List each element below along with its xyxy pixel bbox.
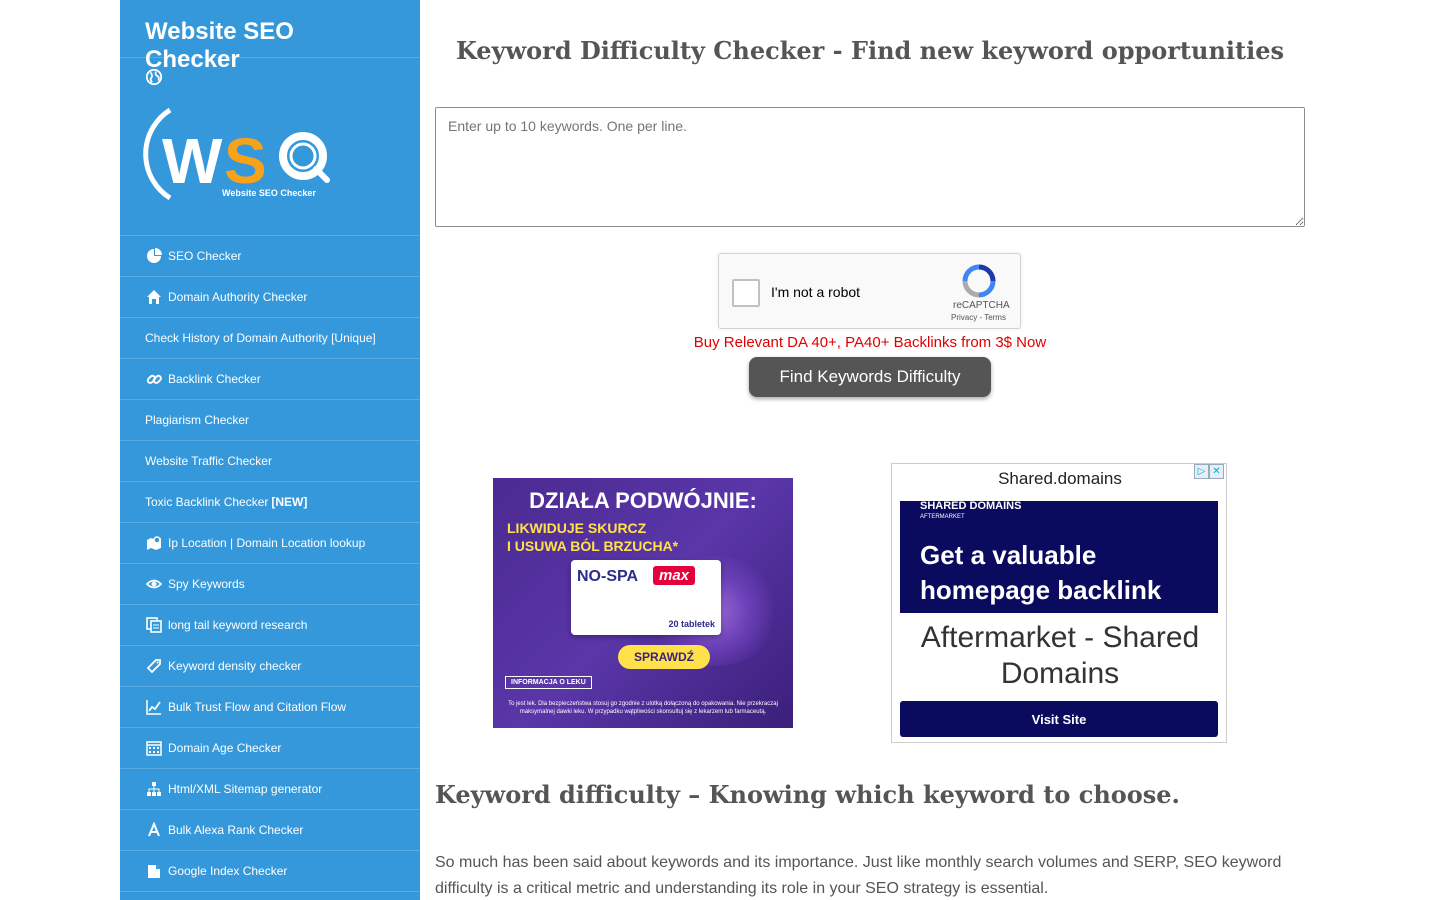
- adchoices-controls: ▷ ✕: [1194, 464, 1224, 479]
- sidebar-item-label: Html/XML Sitemap generator: [168, 782, 323, 796]
- sidebar-item-label: Domain Authority Checker: [168, 290, 308, 304]
- sidebar-item-domain-age[interactable]: Domain Age Checker: [120, 728, 420, 769]
- sidebar-item-label: Website Traffic Checker: [145, 454, 272, 468]
- ad-fine-print: To jest lek. Dla bezpieczeństwa stosuj g…: [508, 701, 778, 715]
- visit-site-button[interactable]: Visit Site: [900, 701, 1218, 737]
- banner-brand-name: SHARED DOMAINS: [920, 500, 1022, 512]
- backlinks-promo-link[interactable]: Buy Relevant DA 40+, PA40+ Backlinks fro…: [435, 334, 1305, 351]
- banner-line-2: homepage backlink: [920, 575, 1162, 605]
- logo-letter-s: S: [224, 125, 267, 197]
- new-badge: [NEW]: [271, 495, 308, 509]
- page: Website SEO Checker W S Website SEO Chec…: [0, 0, 1440, 900]
- shared-domains-ad[interactable]: Shared.domains ▷ ✕ SHARED DOMAINS AFTERM…: [891, 463, 1227, 743]
- ad-cta-button[interactable]: SPRAWDŹ: [618, 645, 710, 669]
- ad-domain: Shared.domains: [998, 469, 1122, 488]
- sidebar-item-label: Bulk Trust Flow and Citation Flow: [168, 700, 347, 714]
- sidebar-item-long-tail[interactable]: long tail keyword research: [120, 605, 420, 646]
- sidebar-item-toxic-backlink[interactable]: Toxic Backlink Checker [NEW]: [120, 482, 420, 523]
- site-brand[interactable]: Website SEO Checker: [120, 0, 420, 73]
- logo-caption: Website SEO Checker: [222, 188, 316, 198]
- sidebar-item-keyword-density[interactable]: Keyword density checker: [120, 646, 420, 687]
- pie-chart-icon: [145, 248, 162, 265]
- recaptcha-brand: reCAPTCHA: [953, 300, 1010, 311]
- recaptcha-logo-icon: [962, 264, 996, 298]
- home-icon: [145, 289, 162, 306]
- map-icon: [145, 535, 162, 552]
- link-icon: [145, 371, 162, 388]
- sidebar: Website SEO Checker W S Website SEO Chec…: [120, 0, 420, 900]
- keywords-input[interactable]: [435, 107, 1305, 227]
- banner-brand-sub: AFTERMARKET: [920, 514, 965, 520]
- wsc-logo-icon: W S Website SEO Checker: [143, 107, 330, 201]
- sidebar-item-seo-checker[interactable]: SEO Checker: [120, 236, 420, 277]
- sitemap-icon: [145, 781, 162, 798]
- globe-icon[interactable]: [145, 68, 163, 86]
- ad-aftermarket-text: Aftermarket - Shared Domains: [920, 621, 1200, 690]
- ad-headline: DZIAŁA PODWÓJNIE:: [529, 488, 757, 513]
- tag-icon: [145, 658, 162, 675]
- sidebar-item-traffic[interactable]: Website Traffic Checker: [120, 441, 420, 482]
- sidebar-item-alexa-rank[interactable]: Bulk Alexa Rank Checker: [120, 810, 420, 851]
- recaptcha-checkbox[interactable]: [732, 279, 760, 307]
- sidebar-item-label: Ip Location | Domain Location lookup: [168, 536, 366, 550]
- sidebar-item-label: Bulk Alexa Rank Checker: [168, 823, 304, 837]
- site-logo[interactable]: W S Website SEO Checker: [120, 98, 420, 235]
- sidebar-item-backlink-checker[interactable]: Backlink Checker: [120, 359, 420, 400]
- line-chart-icon: [145, 699, 162, 716]
- sidebar-item-label: Google Index Checker: [168, 864, 288, 878]
- sidebar-item-label: long tail keyword research: [168, 618, 308, 632]
- ad-banner-image: SHARED DOMAINS AFTERMARKET Get a valuabl…: [900, 501, 1218, 613]
- product-name: NO-SPA: [577, 568, 639, 585]
- document-icon: [145, 863, 162, 880]
- ad-info-badge: INFORMACJA O LEKU: [505, 676, 592, 689]
- banner-brand: SHARED DOMAINS AFTERMARKET: [920, 501, 1021, 523]
- sidebar-nav: SEO Checker Domain Authority Checker Che…: [120, 235, 420, 892]
- banner-line-1: Get a valuable: [920, 540, 1097, 570]
- page-title: Keyword Difficulty Checker - Find new ke…: [455, 36, 1285, 65]
- intro-paragraph: So much has been said about keywords and…: [435, 854, 1282, 897]
- eye-icon: [145, 576, 162, 593]
- letter-a-icon: [145, 822, 162, 839]
- recaptcha-terms-link[interactable]: Privacy - Terms: [951, 313, 1006, 322]
- sidebar-item-domain-authority[interactable]: Domain Authority Checker: [120, 277, 420, 318]
- sidebar-item-label: Keyword density checker: [168, 659, 302, 673]
- sidebar-item-label: Domain Age Checker: [168, 741, 282, 755]
- sidebar-item-label: Spy Keywords: [168, 577, 245, 591]
- sidebar-item-google-index[interactable]: Google Index Checker: [120, 851, 420, 892]
- recaptcha-label: I'm not a robot: [771, 284, 861, 300]
- adchoices-icon[interactable]: ▷: [1194, 464, 1209, 479]
- section-title: Keyword difficulty – Knowing which keywo…: [435, 780, 1180, 809]
- sidebar-item-trust-flow[interactable]: Bulk Trust Flow and Citation Flow: [120, 687, 420, 728]
- sidebar-item-da-history[interactable]: Check History of Domain Authority [Uniqu…: [120, 318, 420, 359]
- product-pack-image: NO-SPA max 20 tabletek: [571, 560, 721, 635]
- find-keywords-difficulty-button[interactable]: Find Keywords Difficulty: [749, 357, 991, 397]
- recaptcha-widget: I'm not a robot reCAPTCHA Privacy - Term…: [718, 253, 1021, 329]
- ad-close-icon[interactable]: ✕: [1209, 464, 1224, 479]
- sidebar-item-spy-keywords[interactable]: Spy Keywords: [120, 564, 420, 605]
- product-max-badge: max: [653, 566, 696, 585]
- copy-docs-icon: [145, 617, 162, 634]
- logo-letters-w: W: [162, 125, 223, 197]
- sidebar-item-plagiarism[interactable]: Plagiarism Checker: [120, 400, 420, 441]
- sidebar-item-label: SEO Checker: [168, 249, 242, 263]
- ad-subline-1: LIKWIDUJE SKURCZ: [507, 520, 647, 536]
- calendar-icon: [145, 740, 162, 757]
- sidebar-item-label: Toxic Backlink Checker: [145, 495, 269, 509]
- ad-subline-2: I USUWA BÓL BRZUCHA*: [507, 538, 679, 554]
- pack-count: 20 tabletek: [668, 619, 715, 629]
- sidebar-item-label: Plagiarism Checker: [145, 413, 250, 427]
- sidebar-item-ip-location[interactable]: Ip Location | Domain Location lookup: [120, 523, 420, 564]
- sidebar-item-label: Check History of Domain Authority [Uniqu…: [145, 331, 376, 345]
- sidebar-item-label: Backlink Checker: [168, 372, 261, 386]
- nospa-ad-banner[interactable]: DZIAŁA PODWÓJNIE: LIKWIDUJE SKURCZ I USU…: [493, 478, 793, 728]
- sidebar-item-sitemap[interactable]: Html/XML Sitemap generator: [120, 769, 420, 810]
